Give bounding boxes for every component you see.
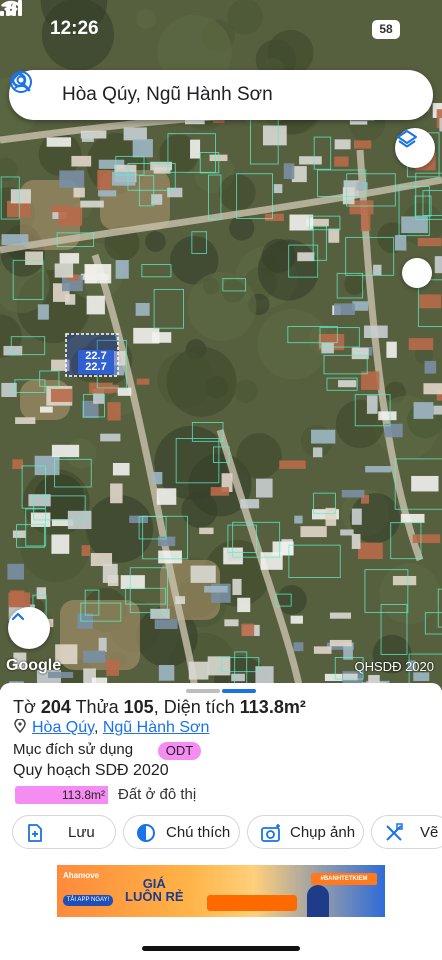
district-link[interactable]: Ngũ Hành Sơn [103,719,210,736]
half-circle-icon [137,824,155,842]
save-button[interactable]: Lưu [12,815,116,849]
purpose-label: Mục đích sử dụng [13,741,134,758]
plan-area-bar: 113.8m² [15,786,108,804]
draw-tools-icon [386,823,403,841]
ad-person-image [307,885,329,917]
sheet-number: 204 [40,697,71,717]
add-note-icon [28,824,42,842]
capture-button[interactable]: Chụp ảnh [247,815,364,849]
expand-up-button[interactable] [8,607,50,649]
draw-button[interactable]: Vẽ [371,815,442,849]
home-indicator [142,946,300,951]
parcel-title: Tờ 204 Thửa 105, Diện tích 113.8m² [13,697,306,717]
status-time: 12:26 [50,18,99,39]
ad-hashtag: #BANHTETKIEM [311,873,377,885]
layers-icon [397,130,417,148]
plan-area-description: Đất ở đô thị [118,786,197,803]
search-query[interactable]: Hòa Qúy, Ngũ Hành Sơn [62,84,273,106]
draw-label: Vẽ [420,824,439,841]
plot-number: 105 [123,697,154,717]
save-label: Lưu [68,824,95,841]
parcel-address: Hòa Qúy, Ngũ Hành Sơn [14,719,209,737]
plan-title: Quy hoạch SDĐ 2020 [13,762,169,779]
battery-indicator: 58 [372,20,400,39]
plot-label: Thửa [75,697,119,717]
area-label: Diện tích [163,697,235,717]
action-chips: Lưu Chú thích Chụp ảnh Vẽ [0,815,442,849]
map-layers-button[interactable] [395,128,435,168]
area-value: 113.8m² [239,697,306,717]
sheet-label: Tờ [13,697,36,717]
google-logo: Google [6,657,62,674]
capture-label: Chụp ảnh [290,824,356,841]
land-use-badge: ODT [158,742,201,760]
sheet-handle-active[interactable] [222,689,256,693]
status-bar: 12:26 58 [0,0,442,56]
wifi-icon [1,0,21,16]
ad-brand: Ahamove [63,871,100,880]
chevron-up-icon [11,612,25,621]
sheet-handle[interactable] [186,689,220,693]
ward-link[interactable]: Hòa Qúy [32,719,94,736]
ad-cta: TẢI APP NGAY! [63,895,113,906]
location-pin-icon [14,719,26,733]
ad-truck-image [207,895,297,911]
camera-icon [261,824,280,842]
parcel-dimension-label: 22.7 [78,361,114,374]
ad-promo: GIÁ LUÔN RẺ [125,877,184,903]
ad-promo-line2: LUÔN RẺ [125,889,184,904]
ad-banner[interactable]: Ahamove TẢI APP NGAY! GIÁ LUÔN RẺ #BANHT… [57,865,385,917]
legend-label: Chú thích [166,824,231,841]
search-bar[interactable]: Hòa Qúy, Ngũ Hành Sơn [9,70,433,120]
parcel-info-sheet[interactable]: Tờ 204 Thửa 105, Diện tích 113.8m² Hòa Q… [0,683,442,858]
legend-button[interactable]: Chú thích [123,815,240,849]
layer-label: QHSDĐ 2020 [354,659,434,674]
search-icon[interactable] [9,70,33,94]
scroll-handle[interactable] [402,258,432,288]
map-view[interactable]: 22.7 22.7 12:26 58 Hòa Qúy, Ngũ Hành Sơn [0,0,442,690]
